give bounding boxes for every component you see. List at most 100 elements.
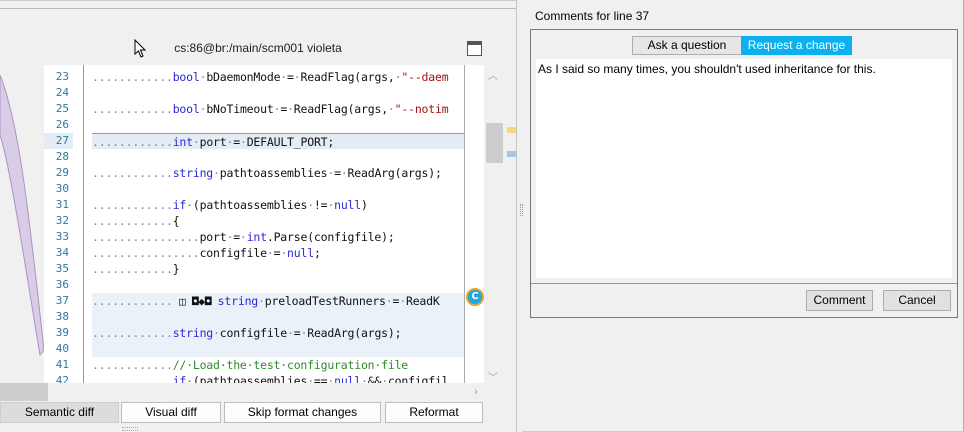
tab-ask-a-question[interactable]: Ask a question	[632, 36, 742, 55]
code-token: )	[361, 198, 368, 212]
comment-text-input[interactable]: As I said so many times, you shouldn't u…	[536, 59, 952, 278]
code-line[interactable]: ............if·(pathtoassemblies·==·null…	[92, 373, 464, 383]
moved-code-icon[interactable]: ◘◆◘	[192, 295, 218, 308]
code-token: if	[172, 374, 187, 383]
diff-mode-toolbar: Semantic diff Visual diff Skip format ch…	[0, 402, 486, 424]
line-number: 30	[55, 182, 69, 195]
code-token: configfil	[387, 374, 449, 383]
code-line-commented[interactable]: ............ ◫ ◘◆◘ string·preloadTestRun…	[92, 293, 464, 309]
line-number: 31	[55, 198, 69, 211]
code-token: bNoTimeout	[206, 102, 274, 116]
code-line[interactable]	[92, 85, 464, 101]
comment-marker-icon[interactable]: C	[466, 288, 484, 306]
line-number: 29	[55, 166, 69, 179]
code-token: ReadArg(args);	[307, 326, 402, 340]
code-token: ·	[387, 102, 395, 116]
code-token: ................	[92, 230, 200, 244]
code-token: //·Load·the·test·configuration·file	[172, 358, 409, 372]
line-number: 39	[55, 326, 69, 339]
maximize-icon[interactable]	[467, 41, 482, 56]
panel-splitter[interactable]	[516, 0, 520, 432]
code-token: ............	[92, 166, 173, 180]
line-number: 36	[55, 278, 69, 291]
vertical-scrollbar-thumb[interactable]	[486, 123, 503, 163]
diff-connector-region	[0, 74, 45, 357]
comment-separator	[531, 283, 957, 284]
code-token: ·	[258, 294, 265, 308]
semantic-diff-button[interactable]: Semantic diff	[0, 402, 119, 423]
code-line[interactable]	[92, 341, 464, 357]
code-line[interactable]: ............}	[92, 261, 464, 277]
horizontal-scrollbar[interactable]	[0, 383, 486, 401]
code-token: ·	[239, 230, 247, 244]
code-line[interactable]: ................configfile·=·null;	[92, 245, 464, 261]
code-area[interactable]: ............bool·bDaemonMode·=·ReadFlag(…	[92, 65, 464, 383]
code-token: ............	[92, 214, 173, 228]
scroll-right-icon[interactable]: ›	[474, 385, 478, 398]
comment-button[interactable]: Comment	[806, 290, 873, 311]
code-token: ·	[307, 374, 314, 383]
line-number: 38	[55, 310, 69, 323]
code-line[interactable]: ............bool·bNoTimeout·=·ReadFlag(a…	[92, 101, 464, 117]
code-token: "--notim	[394, 102, 449, 116]
code-token: ·	[213, 326, 220, 340]
code-token: ............	[92, 294, 173, 308]
code-editor[interactable]: 23 24 25 26 27 28 29 30 31 32 33 34 35 36 37 38 39 40 41 42…	[44, 65, 484, 383]
tab-request-a-change[interactable]: Request a change	[741, 36, 852, 55]
reformat-button[interactable]: Reformat	[385, 402, 483, 423]
line-number: 40	[55, 342, 69, 355]
code-token: ;	[313, 246, 321, 260]
code-line[interactable]	[92, 149, 464, 165]
code-line[interactable]: ............int·port·=·DEFAULT_PORT;	[92, 133, 464, 149]
visual-diff-button[interactable]: Visual diff	[121, 402, 221, 423]
line-number: 42	[55, 374, 69, 383]
code-line[interactable]: ............bool·bDaemonMode·=·ReadFlag(…	[92, 69, 464, 85]
code-token: ............	[92, 326, 173, 340]
horizontal-scrollbar-thumb[interactable]	[0, 383, 48, 401]
code-token: ==	[313, 374, 328, 383]
code-token: ............	[92, 358, 173, 372]
code-token: ReadFlag(args,	[300, 70, 395, 84]
code-line[interactable]	[92, 309, 464, 325]
code-token: ·	[287, 102, 294, 116]
code-line[interactable]: ............if·(pathtoassemblies·!=·null…	[92, 197, 464, 213]
code-token: ·	[307, 198, 314, 212]
line-number-gutter: 23 24 25 26 27 28 29 30 31 32 33 34 35 36 37 38 39 40 41 42	[44, 65, 73, 383]
line-number: 33	[55, 230, 69, 243]
code-token: int	[246, 230, 267, 244]
code-line[interactable]	[92, 117, 464, 133]
line-number: 28	[55, 150, 69, 163]
code-token: null	[334, 198, 362, 212]
scroll-up-icon[interactable]: ︿	[488, 67, 498, 82]
line-number: 26	[55, 118, 69, 131]
code-token: preloadTestRunners	[264, 294, 386, 308]
code-token: ·	[186, 374, 193, 383]
code-line[interactable]: ............{	[92, 213, 464, 229]
file-revision-title: cs:86@br:/main/scm001 violeta	[174, 41, 342, 55]
resize-grip[interactable]	[122, 427, 138, 431]
code-line[interactable]: ................port·=·int.Parse(configf…	[92, 229, 464, 245]
scroll-down-icon[interactable]: ﹀	[488, 369, 498, 384]
code-token: pathtoassemblies	[219, 166, 328, 180]
block-toggle-icon[interactable]: ◫	[173, 295, 192, 308]
code-line[interactable]: ............string·configfile·=·ReadArg(…	[92, 325, 464, 341]
cancel-button[interactable]: Cancel	[883, 290, 951, 311]
code-token: ReadFlag(args,	[293, 102, 388, 116]
code-line[interactable]	[92, 181, 464, 197]
code-token: "--daem	[401, 70, 449, 84]
code-token: ·	[213, 166, 220, 180]
code-line[interactable]	[92, 277, 464, 293]
code-token: ............	[92, 70, 173, 84]
code-token: bDaemonMode	[206, 70, 281, 84]
skip-format-changes-button[interactable]: Skip format changes	[224, 402, 381, 423]
code-token: ·	[399, 294, 406, 308]
code-token: =	[334, 166, 341, 180]
line-number: 32	[55, 214, 69, 227]
diff-viewer-panel: cs:86@br:/main/scm001 violeta 23 24 25 26 27…	[0, 0, 517, 432]
code-line[interactable]: ............string·pathtoassemblies·=·Re…	[92, 165, 464, 181]
code-token: port	[199, 135, 227, 149]
code-token: bool	[172, 102, 200, 116]
line-number: 35	[55, 262, 69, 275]
vertical-scrollbar[interactable]	[486, 65, 503, 383]
code-line[interactable]: ............//·Load·the·test·configurati…	[92, 357, 464, 373]
